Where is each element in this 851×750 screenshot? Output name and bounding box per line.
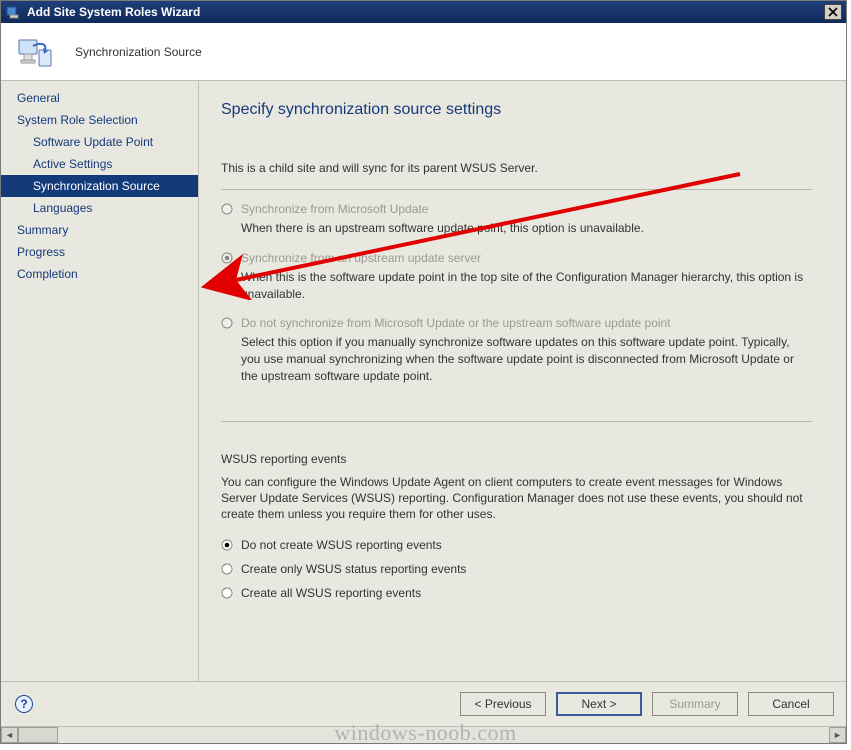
wizard-subtitle: Synchronization Source: [75, 45, 202, 59]
reporting-heading: WSUS reporting events: [221, 452, 812, 466]
option-label: Synchronize from Microsoft Update: [241, 202, 428, 216]
sync-option: Synchronize from an upstream update serv…: [221, 251, 812, 303]
nav-item[interactable]: Completion: [1, 263, 198, 285]
nav-item[interactable]: Summary: [1, 219, 198, 241]
wizard-footer: ? < Previous Next > Summary Cancel: [1, 681, 846, 726]
radio-button[interactable]: [221, 563, 233, 575]
scroll-track[interactable]: [58, 727, 829, 743]
reporting-option[interactable]: Create all WSUS reporting events: [221, 586, 812, 600]
next-button[interactable]: Next >: [556, 692, 642, 716]
option-desc: When there is an upstream software updat…: [241, 220, 812, 237]
option-label: Do not synchronize from Microsoft Update…: [241, 316, 671, 330]
sync-option: Do not synchronize from Microsoft Update…: [221, 316, 812, 384]
wizard-header: Synchronization Source: [1, 23, 846, 81]
nav-item[interactable]: Languages: [1, 197, 198, 219]
cancel-button[interactable]: Cancel: [748, 692, 834, 716]
horizontal-scrollbar[interactable]: ◄ ►: [1, 726, 846, 743]
main-panel: Specify synchronization source settings …: [199, 81, 846, 681]
scroll-right-arrow[interactable]: ►: [829, 727, 846, 743]
radio-button: [221, 317, 233, 329]
sync-source-options: Synchronize from Microsoft Update When th…: [221, 202, 812, 385]
separator: [221, 189, 812, 190]
scroll-left-arrow[interactable]: ◄: [1, 727, 18, 743]
app-icon: [5, 4, 21, 20]
intro-text: This is a child site and will sync for i…: [221, 161, 812, 175]
wizard-body: GeneralSystem Role SelectionSoftware Upd…: [1, 81, 846, 681]
help-button[interactable]: ?: [15, 695, 33, 713]
reporting-desc: You can configure the Windows Update Age…: [221, 474, 812, 523]
page-heading: Specify synchronization source settings: [221, 101, 812, 119]
scroll-thumb[interactable]: [18, 727, 58, 743]
reporting-option-label: Create only WSUS status reporting events: [241, 562, 466, 576]
sync-source-icon: [15, 32, 55, 72]
nav-item[interactable]: General: [1, 87, 198, 109]
summary-button: Summary: [652, 692, 738, 716]
sync-option: Synchronize from Microsoft Update When th…: [221, 202, 812, 237]
reporting-option-label: Create all WSUS reporting events: [241, 586, 421, 600]
previous-button[interactable]: < Previous: [460, 692, 546, 716]
nav-item[interactable]: System Role Selection: [1, 109, 198, 131]
nav-item[interactable]: Progress: [1, 241, 198, 263]
radio-button[interactable]: [221, 539, 233, 551]
reporting-option[interactable]: Create only WSUS status reporting events: [221, 562, 812, 576]
titlebar: Add Site System Roles Wizard: [1, 1, 846, 23]
option-desc: Select this option if you manually synch…: [241, 334, 812, 384]
option-label: Synchronize from an upstream update serv…: [241, 251, 481, 265]
window-title: Add Site System Roles Wizard: [27, 5, 200, 19]
nav-item[interactable]: Active Settings: [1, 153, 198, 175]
nav-item[interactable]: Software Update Point: [1, 131, 198, 153]
option-desc: When this is the software update point i…: [241, 269, 812, 303]
radio-button: [221, 252, 233, 264]
close-button[interactable]: [824, 4, 842, 20]
wizard-window: Add Site System Roles Wizard Synchroniza…: [0, 0, 847, 744]
reporting-option[interactable]: Do not create WSUS reporting events: [221, 538, 812, 552]
radio-button[interactable]: [221, 587, 233, 599]
separator: [221, 421, 812, 422]
nav-item[interactable]: Synchronization Source: [1, 175, 198, 197]
reporting-radio-group: Do not create WSUS reporting events Creat…: [221, 538, 812, 600]
reporting-option-label: Do not create WSUS reporting events: [241, 538, 442, 552]
nav-sidebar: GeneralSystem Role SelectionSoftware Upd…: [1, 81, 199, 681]
radio-button: [221, 203, 233, 215]
